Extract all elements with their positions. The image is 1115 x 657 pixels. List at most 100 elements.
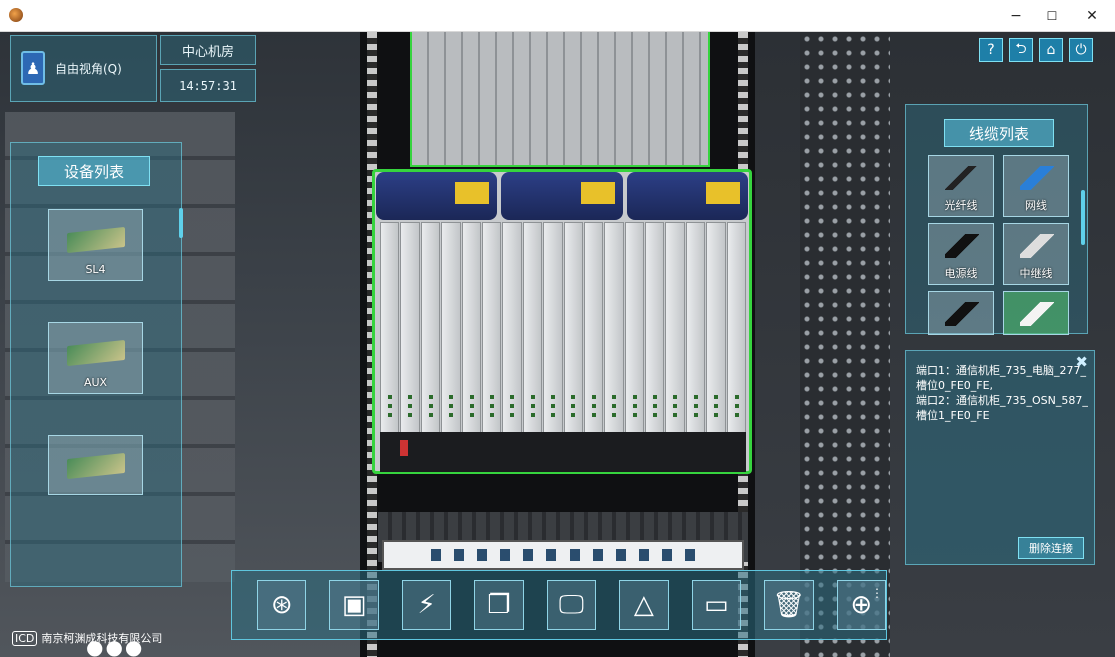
connection-info-text: 端口1：通信机柜_735_电脑_277_槽位0_FE0_FE, 端口2：通信机柜… [916, 363, 1090, 423]
power-switch[interactable] [400, 440, 408, 456]
cable-item-label: 网线 [1025, 199, 1047, 212]
board-slot[interactable] [624, 222, 645, 452]
port[interactable] [430, 549, 441, 561]
device-item-aux[interactable]: AUX [48, 322, 143, 394]
cable-icon [945, 302, 979, 326]
board-slot[interactable] [522, 222, 543, 452]
power-button[interactable]: ⏻ [1069, 38, 1093, 62]
power-cable-icon [945, 234, 979, 258]
room-label: 中心机房 [181, 44, 234, 60]
logo-mark: ICD [12, 630, 38, 646]
network-cable-icon [1020, 166, 1054, 190]
board-slot[interactable] [380, 222, 400, 452]
power-shelf [380, 432, 746, 472]
cable-item-6[interactable] [1003, 291, 1069, 335]
warning-label [705, 182, 740, 204]
free-view-button[interactable]: ♟ 自由视角(Q) [21, 46, 151, 90]
app-window: − ☐ ✕ ♟ 自由视角(Q) 中心机房 14:57:31 设备列表 SL4 A… [0, 0, 1115, 657]
port[interactable] [546, 549, 557, 561]
cable-item-network[interactable]: 网线 [1003, 155, 1069, 217]
cable-item-fiber[interactable]: 光纤线 [928, 155, 994, 217]
cable-list-panel: 线缆列表 光纤线 网线 电源线 中继线 [905, 104, 1088, 335]
monitor-icon[interactable]: 🖵 [546, 580, 597, 630]
board-slot[interactable] [604, 222, 624, 452]
cable-item-label: 中继线 [1019, 267, 1053, 280]
warning-label [580, 182, 615, 204]
device-item-sl4[interactable]: SL4 [48, 209, 143, 281]
person-icon: ♟ [21, 51, 45, 85]
board-slot[interactable] [420, 222, 441, 452]
lifebuoy-icon[interactable]: ⊛ [257, 580, 307, 630]
port[interactable] [500, 549, 511, 561]
board-slot[interactable] [665, 222, 685, 452]
3d-viewport[interactable]: ♟ 自由视角(Q) 中心机房 14:57:31 设备列表 SL4 AUX ●●●… [0, 32, 1115, 657]
board-slot[interactable] [685, 222, 706, 452]
cone-icon[interactable]: △ [619, 580, 669, 630]
trunk-cable-icon [1020, 234, 1054, 258]
board-slot[interactable] [543, 222, 563, 452]
port[interactable] [476, 549, 487, 561]
device-list-panel: 设备列表 SL4 AUX ●●● [10, 142, 183, 657]
view-mode-panel: ♟ 自由视角(Q) [10, 35, 157, 102]
upper-equipment-shelf[interactable] [410, 32, 710, 167]
board-thumbnail [67, 452, 125, 480]
chip-icon[interactable]: ▣ [329, 580, 379, 630]
home-button[interactable]: ⌂ [1039, 38, 1063, 62]
fan-module[interactable] [626, 172, 748, 220]
close-button[interactable]: ✕ [1069, 0, 1115, 32]
fan-module[interactable] [501, 172, 623, 220]
toolbar-more-icon[interactable]: ⋮ [871, 587, 883, 599]
plug-icon[interactable]: ⚡ [401, 580, 452, 630]
logo-text: 南京柯渊成科技有限公司 [41, 632, 163, 645]
cable-item-5[interactable] [928, 291, 994, 335]
port[interactable] [569, 549, 580, 561]
save-icon[interactable]: ▭ [691, 580, 742, 630]
fiber-cable-icon [945, 166, 979, 190]
board-slot[interactable] [502, 222, 522, 452]
board-slot[interactable] [706, 222, 726, 452]
perforated-door [800, 32, 890, 657]
port1-text: 端口1：通信机柜_735_电脑_277_槽位0_FE0_FE, [916, 364, 1086, 392]
odf-patch-panel[interactable] [382, 540, 744, 570]
port[interactable] [638, 549, 649, 561]
cable-item-label: 电源线 [944, 267, 978, 280]
cable-item-label: 光纤线 [944, 199, 978, 212]
help-button[interactable]: ? [979, 38, 1003, 62]
cable-item-power[interactable]: 电源线 [928, 223, 994, 285]
top-right-toolbar: ? ⮌ ⌂ ⏻ [979, 38, 1093, 62]
board-slot[interactable] [461, 222, 481, 452]
port[interactable] [523, 549, 534, 561]
board-slot[interactable] [481, 222, 502, 452]
app-icon [9, 8, 23, 22]
device-item-label: SL4 [85, 263, 106, 276]
board-slot[interactable] [563, 222, 583, 452]
connection-info-panel: ✖ 端口1：通信机柜_735_电脑_277_槽位0_FE0_FE, 端口2：通信… [905, 350, 1095, 565]
port[interactable] [685, 549, 696, 561]
view-mode-label: 自由视角(Q) [55, 61, 122, 76]
board-slot[interactable] [726, 222, 747, 452]
board-slot[interactable] [441, 222, 461, 452]
device-item-3[interactable] [48, 435, 143, 495]
board-slot[interactable] [645, 222, 665, 452]
device-list-scrollbar[interactable] [179, 208, 183, 238]
board-slot[interactable] [400, 222, 420, 452]
board-thumbnail [67, 226, 125, 254]
delete-connection-button[interactable]: 删除连接 [1018, 537, 1084, 559]
port[interactable] [453, 549, 464, 561]
window-icon[interactable]: ❐ [474, 580, 524, 630]
port[interactable] [615, 549, 626, 561]
cable-item-trunk[interactable]: 中继线 [1003, 223, 1069, 285]
fan-module[interactable] [376, 172, 498, 220]
board-thumbnail [67, 339, 125, 367]
device-list-title: 设备列表 [38, 156, 150, 186]
port[interactable] [662, 549, 673, 561]
port[interactable] [592, 549, 603, 561]
back-button[interactable]: ⮌ [1009, 38, 1033, 62]
clock: 14:57:31 [179, 78, 237, 93]
cable-list-scrollbar[interactable] [1081, 190, 1085, 245]
clock-panel: 14:57:31 [160, 69, 256, 102]
cable-icon [1020, 302, 1054, 326]
company-logo: ICD 南京柯渊成科技有限公司 [12, 630, 162, 646]
board-slot[interactable] [583, 222, 604, 452]
trash-icon[interactable]: 🗑 [764, 580, 814, 630]
